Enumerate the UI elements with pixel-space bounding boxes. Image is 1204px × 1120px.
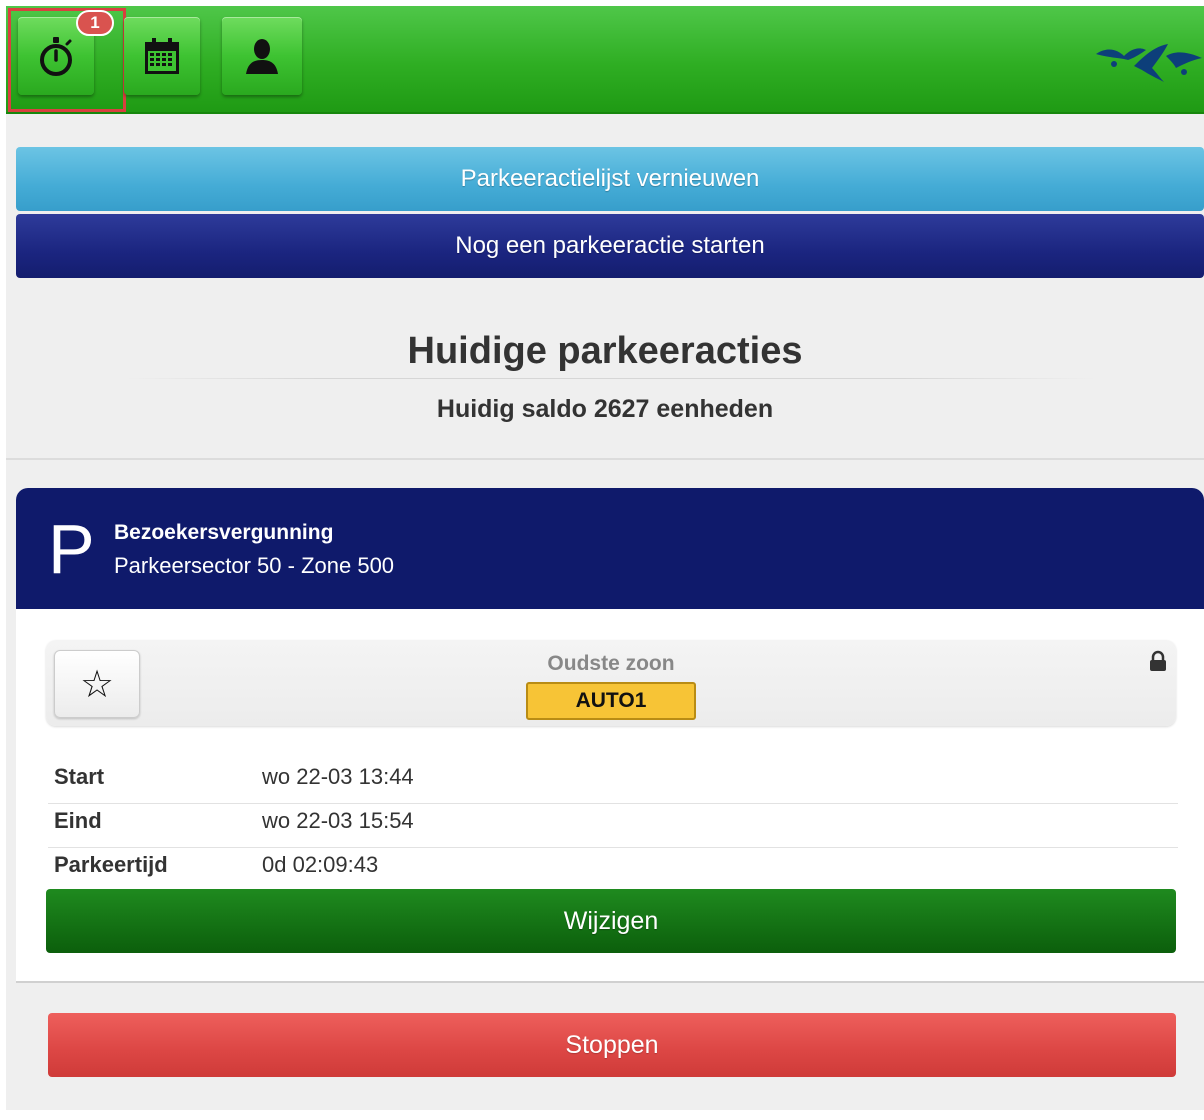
change-button[interactable]: Wijzigen [46, 889, 1176, 953]
stop-button[interactable]: Stoppen [48, 1013, 1176, 1077]
vehicle-label: Oudste zoon [547, 652, 675, 675]
page-title: Huidige parkeeracties [407, 330, 803, 372]
permit-name: Bezoekersvergunning [114, 521, 334, 544]
page-title-section: Huidige parkeeracties [6, 330, 1204, 373]
session-details: Start wo 22-03 13:44 Eind wo 22-03 15:54… [48, 760, 1178, 892]
parking-session-card: P Bezoekersvergunning Parkeersector 50 -… [16, 488, 1204, 983]
start-new-parking-button[interactable]: Nog een parkeeractie starten [16, 214, 1204, 278]
person-icon [246, 39, 278, 74]
detail-value: wo 22-03 13:44 [262, 764, 414, 789]
detail-value: 0d 02:09:43 [262, 852, 379, 877]
balance-text: Huidig saldo 2627 eenheden [436, 395, 774, 423]
vehicle-panel: ☆ Oudste zoon AUTO1 [46, 640, 1176, 726]
parking-p-icon: P [48, 510, 95, 588]
detail-row-duration: Parkeertijd 0d 02:09:43 [48, 848, 1178, 892]
license-plate: AUTO1 [526, 682, 696, 720]
detail-label: Start [54, 764, 105, 789]
detail-value: wo 22-03 15:54 [262, 808, 414, 833]
permit-zone: Parkeersector 50 - Zone 500 [114, 553, 395, 578]
notification-badge: 1 [76, 10, 114, 36]
detail-row-start: Start wo 22-03 13:44 [48, 760, 1178, 804]
top-navigation-bar: 1 [6, 6, 1204, 114]
detail-row-end: Eind wo 22-03 15:54 [48, 804, 1178, 848]
section-divider [6, 458, 1204, 460]
nav-button-history[interactable] [124, 17, 200, 95]
detail-label: Parkeertijd [54, 852, 168, 877]
refresh-list-button[interactable]: Parkeeractielijst vernieuwen [16, 147, 1204, 211]
calendar-icon [145, 38, 179, 74]
title-divider [126, 378, 1096, 379]
municipality-logo-icon [1096, 44, 1202, 82]
stopwatch-icon [40, 37, 72, 76]
lock-icon [1150, 650, 1166, 671]
detail-label: Eind [54, 808, 102, 833]
session-card-header: P Bezoekersvergunning Parkeersector 50 -… [16, 488, 1204, 609]
nav-button-profile[interactable] [222, 17, 302, 95]
app-page: 1 Parkeeractielijst vernieuwen Nog een p… [6, 6, 1204, 1110]
